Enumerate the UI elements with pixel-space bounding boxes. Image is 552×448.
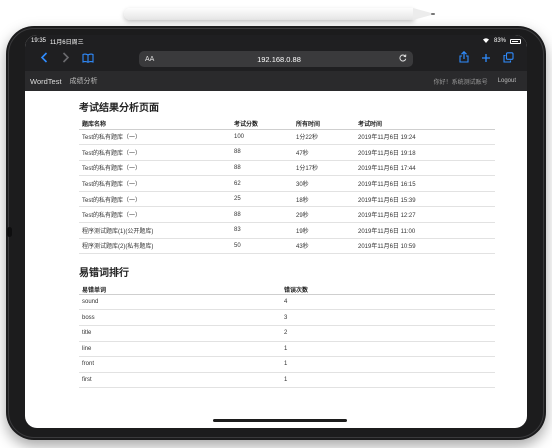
chevron-right-icon[interactable]	[55, 47, 77, 71]
table-cell: 2019年11月6日 16:15	[355, 175, 495, 192]
table-cell: 程序测试题库(1)(公开题库)	[79, 222, 231, 239]
page-content: 考试结果分析页面 题库名称 考试分数 所有时间 考试时间 Test的私有题库（一…	[25, 91, 527, 389]
table-cell: line	[79, 341, 281, 358]
table-row: sound 4	[79, 294, 495, 311]
table-cell: Test的私有题库（一）	[79, 160, 231, 177]
column-header: 考试分数	[231, 119, 293, 130]
status-date: 11月6日周三	[50, 39, 84, 46]
column-header: 题库名称	[79, 119, 231, 130]
table-cell: 25	[231, 191, 293, 208]
results-table: 题库名称 考试分数 所有时间 考试时间 Test的私有题库（一） 100 1分22秒…	[79, 119, 495, 255]
table-cell: title	[79, 325, 281, 342]
table-cell: 19秒	[293, 222, 355, 239]
table-cell: 83	[231, 222, 293, 239]
table-cell: 62	[231, 175, 293, 192]
table-cell: 4	[281, 294, 495, 311]
url-text[interactable]: 192.168.0.88	[159, 55, 399, 64]
table-row: first 1	[79, 372, 495, 389]
address-bar[interactable]: AA 192.168.0.88	[139, 51, 413, 67]
table-row: Test的私有题库（一） 88 47秒 2019年11月6日 19:18	[79, 144, 495, 161]
table-cell: 2	[281, 325, 495, 342]
table-cell: 30秒	[293, 175, 355, 192]
table-cell: 88	[231, 160, 293, 177]
table-row: boss 3	[79, 309, 495, 326]
table-row: 程序测试题库(1)(公开题库) 83 19秒 2019年11月6日 11:00	[79, 222, 495, 239]
text-size-button[interactable]: AA	[145, 56, 159, 63]
table-cell: first	[79, 372, 281, 389]
table-cell: sound	[79, 294, 281, 311]
table-row: title 2	[79, 325, 495, 342]
table-cell: 2019年11月6日 19:24	[355, 129, 495, 146]
mistakes-table: 易错单词 错误次数 sound 4 boss 3 title 2 line 1 front 1 fi…	[79, 284, 495, 389]
ipad-device: 19:35 11月6日周三 83% AA 192.168.0.88 WordTe…	[6, 26, 546, 440]
table-cell: Test的私有题库（一）	[79, 206, 231, 224]
table-row: 程序测试题库(2)(私有题库) 50 43秒 2019年11月6日 10:59	[79, 238, 495, 255]
column-header: 所有时间	[293, 119, 355, 130]
home-indicator[interactable]	[213, 419, 347, 422]
table-cell: 43秒	[293, 238, 355, 255]
table-cell: 2019年11月6日 15:39	[355, 191, 495, 208]
battery-icon	[510, 38, 521, 44]
table-cell: 1	[281, 356, 495, 373]
table-cell: 29秒	[293, 206, 355, 224]
status-time: 19:35	[31, 38, 47, 44]
table-cell: Test的私有题库（一）	[79, 175, 231, 192]
table-cell: 3	[281, 309, 495, 326]
table-cell: 2019年11月6日 12:27	[355, 206, 495, 224]
ipad-screen: 19:35 11月6日周三 83% AA 192.168.0.88 WordTe…	[25, 35, 527, 428]
table-row: Test的私有题库（一） 88 1分17秒 2019年11月6日 17:44	[79, 160, 495, 177]
status-bar: 19:35 11月6日周三 83%	[25, 35, 527, 47]
table-cell: boss	[79, 309, 281, 326]
table-row: line 1	[79, 341, 495, 358]
wifi-icon	[482, 37, 490, 45]
table-cell: 2019年11月6日 11:00	[355, 222, 495, 239]
table-cell: Test的私有题库（一）	[79, 129, 231, 146]
site-brand[interactable]: WordTest	[30, 77, 62, 86]
front-camera	[7, 227, 12, 237]
table-cell: 88	[231, 144, 293, 161]
table-cell: Test的私有题库（一）	[79, 144, 231, 161]
table-cell: 18秒	[293, 191, 355, 208]
table-cell: 50	[231, 238, 293, 255]
table-cell: 2019年11月6日 10:59	[355, 238, 495, 255]
user-greeting[interactable]: 你好！系统测试账号	[434, 77, 488, 86]
battery-percent: 83%	[493, 38, 506, 44]
photo-stage: 19:35 11月6日周三 83% AA 192.168.0.88 WordTe…	[0, 0, 552, 448]
mistakes-title: 易错词排行	[79, 268, 129, 280]
column-header: 易错单词	[79, 284, 281, 295]
table-cell: 2019年11月6日 19:18	[355, 144, 495, 161]
table-cell: front	[79, 356, 281, 373]
table-cell: 1分17秒	[293, 160, 355, 177]
tabs-icon[interactable]	[497, 47, 519, 71]
share-icon[interactable]	[453, 47, 475, 71]
table-header-row: 易错单词 错误次数	[79, 284, 495, 295]
table-cell: 100	[231, 129, 293, 146]
table-row: front 1	[79, 356, 495, 373]
book-icon[interactable]	[77, 47, 99, 71]
column-header: 考试时间	[355, 119, 495, 130]
results-title: 考试结果分析页面	[79, 103, 159, 114]
nav-link-score-analysis[interactable]: 成绩分析	[70, 76, 98, 86]
table-row: Test的私有题库（一） 25 18秒 2019年11月6日 15:39	[79, 191, 495, 208]
site-navbar: WordTest 成绩分析 你好！系统测试账号 Logout	[25, 71, 527, 91]
table-cell: 47秒	[293, 144, 355, 161]
table-cell: 2019年11月6日 17:44	[355, 160, 495, 177]
table-row: Test的私有题库（一） 100 1分22秒 2019年11月6日 19:24	[79, 129, 495, 146]
table-row: Test的私有题库（一） 62 30秒 2019年11月6日 16:15	[79, 175, 495, 192]
safari-toolbar: AA 192.168.0.88	[25, 47, 527, 71]
table-cell: 1分22秒	[293, 129, 355, 146]
apple-pencil	[124, 5, 435, 23]
table-cell: 88	[231, 206, 293, 224]
table-row: Test的私有题库（一） 88 29秒 2019年11月6日 12:27	[79, 206, 495, 224]
chevron-left-icon[interactable]	[33, 47, 55, 71]
logout-link[interactable]: Logout	[498, 78, 516, 84]
column-header: 错误次数	[281, 284, 495, 295]
reload-icon[interactable]	[399, 54, 407, 64]
table-header-row: 题库名称 考试分数 所有时间 考试时间	[79, 119, 495, 130]
table-cell: Test的私有题库（一）	[79, 191, 231, 208]
table-cell: 程序测试题库(2)(私有题库)	[79, 238, 231, 255]
plus-icon[interactable]	[475, 47, 497, 71]
table-cell: 1	[281, 341, 495, 358]
table-cell: 1	[281, 372, 495, 389]
